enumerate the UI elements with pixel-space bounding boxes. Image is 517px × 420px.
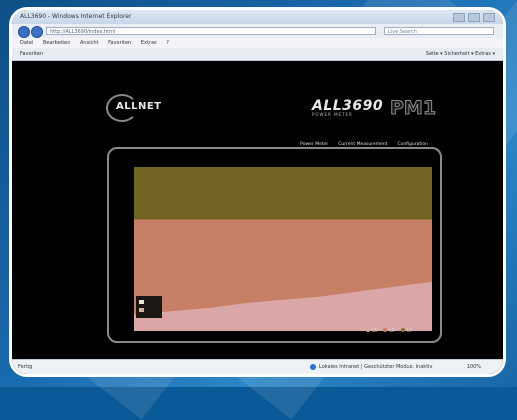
zoom-level[interactable]: 100% bbox=[467, 360, 481, 374]
legend-item-l3[interactable]: L3 bbox=[400, 327, 412, 333]
legend-label: L3 bbox=[406, 328, 412, 333]
product-suffix: PM1 bbox=[389, 97, 437, 120]
status-bar: Fertig Lokales Intranet | Geschützter Mo… bbox=[12, 359, 503, 374]
navigation-bar: http://ALL3690/index.html Live Search bbox=[12, 24, 503, 39]
menu-item[interactable]: Bearbeiten bbox=[43, 40, 70, 46]
address-bar[interactable]: http://ALL3690/index.html bbox=[46, 27, 376, 35]
search-input[interactable]: Live Search bbox=[384, 27, 494, 35]
legend-item-l2[interactable]: L2 bbox=[383, 327, 395, 333]
favorites-button[interactable]: Favoriten bbox=[20, 51, 43, 57]
legend-dot-icon bbox=[383, 327, 388, 332]
legend-swatch bbox=[139, 300, 144, 304]
product-logo: ALL3690 POWER METER PM1 bbox=[312, 97, 437, 120]
top-band-shade bbox=[134, 167, 432, 220]
minimize-button[interactable] bbox=[453, 13, 465, 22]
globe-icon bbox=[310, 363, 316, 370]
menu-item[interactable]: Datei bbox=[20, 40, 33, 46]
security-zone-label: Lokales Intranet | Geschützter Modus: In… bbox=[319, 364, 433, 370]
status-text: Fertig bbox=[18, 364, 33, 370]
area-chart bbox=[134, 167, 432, 331]
favorites-bar: Favoriten Seite ▾ Sicherheit ▾ Extras ▾ bbox=[12, 48, 503, 61]
legend-swatch bbox=[139, 308, 144, 312]
browser-window: ALL3690 - Windows Internet Explorer http… bbox=[9, 7, 506, 377]
forward-icon[interactable] bbox=[31, 26, 43, 38]
command-bar[interactable]: Seite ▾ Sicherheit ▾ Extras ▾ bbox=[426, 48, 495, 60]
legend-label: L1 bbox=[371, 328, 378, 333]
chart-inset-legend bbox=[136, 296, 162, 318]
menu-item[interactable]: Extras bbox=[141, 40, 157, 46]
legend-dot-icon bbox=[365, 327, 370, 332]
series-legend: L1 L2 L3 bbox=[365, 327, 412, 333]
web-page: ALLNET ALL3690 POWER METER PM1 Power Met… bbox=[12, 61, 503, 361]
menu-bar: Datei Bearbeiten Ansicht Favoriten Extra… bbox=[12, 38, 503, 48]
chart-panel: L1 L2 L3 bbox=[107, 147, 442, 343]
close-button[interactable] bbox=[483, 13, 495, 22]
security-zone: Lokales Intranet | Geschützter Modus: In… bbox=[310, 360, 433, 374]
legend-dot-icon bbox=[400, 327, 405, 332]
window-title: ALL3690 - Windows Internet Explorer bbox=[20, 13, 132, 20]
legend-item-l1[interactable]: L1 bbox=[365, 327, 378, 333]
title-bar: ALL3690 - Windows Internet Explorer bbox=[12, 10, 503, 24]
menu-item[interactable]: ? bbox=[166, 40, 169, 46]
legend-label: L2 bbox=[389, 328, 395, 333]
menu-item[interactable]: Favoriten bbox=[108, 40, 131, 46]
maximize-button[interactable] bbox=[468, 13, 480, 22]
window-buttons bbox=[453, 13, 495, 22]
back-icon[interactable] bbox=[18, 26, 30, 38]
menu-item[interactable]: Ansicht bbox=[80, 40, 98, 46]
brand-logo: ALLNET bbox=[116, 101, 162, 112]
